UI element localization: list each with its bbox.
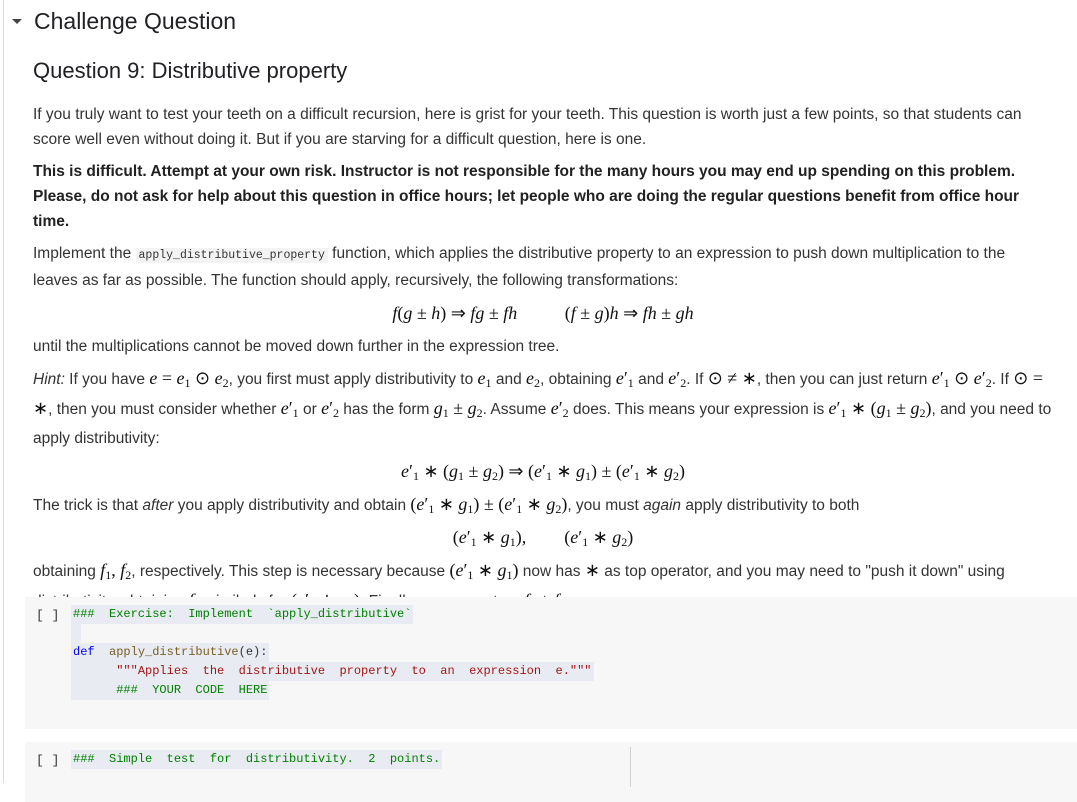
hint-paragraph: Hint: If you have e = e1 ⊙ e2, you first… <box>33 368 1052 447</box>
code-cell-apply-distributive[interactable]: [ ] ### Exercise: Implement `apply_distr… <box>25 597 1077 729</box>
code-line: ### Simple test for distributivity. 2 po… <box>71 750 443 769</box>
code-line-blank <box>71 624 81 643</box>
caret-down-icon[interactable] <box>12 19 22 24</box>
formula-transformations: f(g ± h) ⇒ fg ± fh (f ± g)h ⇒ fh ± gh <box>392 303 694 323</box>
code-line: """Applies the distributive property to … <box>71 662 594 681</box>
run-cell-button[interactable]: [ ] <box>36 608 59 623</box>
text: Implement the <box>33 245 136 262</box>
code-editor[interactable]: ### Exercise: Implement `apply_distribut… <box>71 605 594 700</box>
code-line: ### Exercise: Implement `apply_distribut… <box>71 605 414 624</box>
code-line: ### YOUR CODE HERE <box>71 681 270 700</box>
run-cell-button[interactable]: [ ] <box>36 753 59 768</box>
trick-paragraph: The trick is that after you apply distri… <box>33 494 860 516</box>
section-title: Challenge Question <box>34 8 237 34</box>
intro-paragraph: If you truly want to test your teeth on … <box>33 106 1022 148</box>
code-line: def apply_distributive(e): <box>71 643 270 662</box>
editor-ruler <box>630 747 631 787</box>
formula-both-terms: (e′1 ∗ g1), (e′1 ∗ g2) <box>452 527 634 549</box>
question-title: Question 9: Distributive property <box>33 58 348 83</box>
implement-paragraph: Implement the apply_distributive_propert… <box>33 241 1053 293</box>
code-editor[interactable]: ### Simple test for distributivity. 2 po… <box>71 750 443 769</box>
code-cell-simple-test[interactable]: [ ] ### Simple test for distributivity. … <box>25 742 1077 802</box>
hint-label: Hint: <box>33 371 65 388</box>
section-header[interactable]: Challenge Question <box>8 8 236 35</box>
until-paragraph: until the multiplications cannot be move… <box>33 338 560 355</box>
left-rule <box>3 0 4 783</box>
function-name-code: apply_distributive_property <box>135 248 328 263</box>
markdown-cell: Question 9: Distributive property If you… <box>33 58 1053 625</box>
warning-paragraph: This is difficult. Attempt at your own r… <box>33 163 1020 230</box>
formula-distributivity: e′1 ∗ (g1 ± g2) ⇒ (e′1 ∗ g1) ± (e′1 ∗ g2… <box>401 461 685 483</box>
